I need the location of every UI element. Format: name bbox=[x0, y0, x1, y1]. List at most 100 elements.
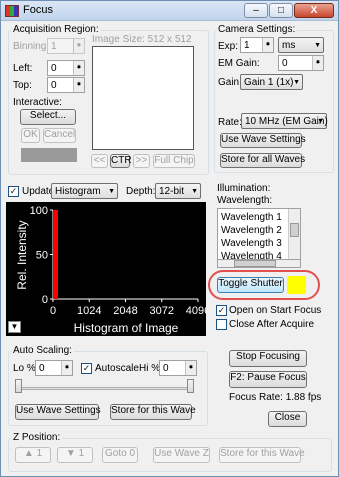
close-button[interactable]: Close bbox=[268, 411, 307, 427]
chevron-down-icon: ▼ bbox=[293, 79, 300, 86]
list-item[interactable]: Wavelength 2 bbox=[221, 225, 282, 236]
rate-select[interactable]: 10 MHz (EM Gain) ▼ bbox=[241, 113, 328, 129]
focus-window: Focus – □ X Acquisition Region: Binning:… bbox=[0, 0, 339, 477]
left-value: 0 bbox=[51, 63, 57, 74]
exp-spinner[interactable] bbox=[262, 37, 273, 53]
open-on-start-label: Open on Start Focus bbox=[229, 305, 322, 316]
lo-value: 0 bbox=[39, 363, 45, 374]
z-up-value: 1 bbox=[36, 448, 43, 459]
binning-value: 1 bbox=[51, 41, 57, 52]
hi-value: 0 bbox=[163, 363, 169, 374]
top-label: Top: bbox=[13, 80, 32, 91]
scroll-thumb[interactable] bbox=[290, 223, 299, 237]
gain-label: Gain: bbox=[218, 77, 242, 88]
left-input[interactable]: 0 bbox=[47, 60, 85, 76]
left-spinner[interactable] bbox=[73, 60, 84, 76]
gain-select[interactable]: Gain 1 (1x) ▼ bbox=[240, 74, 303, 90]
histogram-xlabel: Histogram of Image bbox=[74, 321, 179, 335]
y-tick-label: 0 bbox=[42, 294, 48, 306]
use-wave-z-button[interactable]: Use Wave Z bbox=[153, 447, 210, 463]
roi-preview-box[interactable] bbox=[92, 46, 194, 150]
list-item[interactable]: Wavelength 3 bbox=[221, 238, 282, 249]
minimize-button[interactable]: – bbox=[244, 3, 268, 18]
cancel-button[interactable]: Cancel bbox=[43, 128, 76, 143]
lo-label: Lo % bbox=[13, 363, 36, 374]
em-gain-value: 0 bbox=[282, 58, 288, 69]
em-gain-input[interactable]: 0 bbox=[278, 55, 324, 71]
select-button[interactable]: Select... bbox=[20, 109, 76, 125]
autoscale-label: Autoscale bbox=[95, 363, 139, 374]
open-on-start-checkbox[interactable]: ✓ bbox=[216, 305, 227, 316]
exp-unit-value: ms bbox=[282, 40, 296, 51]
y-tick-label: 100 bbox=[30, 205, 48, 217]
chevron-down-icon: ▼ bbox=[108, 188, 115, 195]
top-spinner[interactable] bbox=[73, 77, 84, 93]
update-mode-select[interactable]: Histogram ▼ bbox=[51, 183, 118, 199]
hi-spinner[interactable] bbox=[185, 360, 196, 376]
wavelength-label: Wavelength: bbox=[217, 195, 273, 206]
title-bar: Focus – □ X bbox=[1, 1, 338, 21]
chevron-down-icon: ▼ bbox=[317, 118, 324, 125]
close-after-acquire-checkbox[interactable] bbox=[216, 319, 227, 330]
center-button[interactable]: CTR bbox=[110, 154, 132, 168]
illumination-label: Illumination: bbox=[217, 183, 271, 194]
prev-button[interactable]: << bbox=[91, 154, 108, 168]
hi-label: Hi % bbox=[139, 363, 161, 374]
arrow-up-icon: ▲ bbox=[23, 448, 37, 459]
top-value: 0 bbox=[51, 80, 57, 91]
z-store-wave-button[interactable]: Store for this Wave bbox=[219, 447, 305, 463]
ok-button[interactable]: OK bbox=[21, 128, 40, 143]
exp-value: 1 bbox=[244, 40, 250, 51]
horizontal-scrollbar[interactable] bbox=[217, 259, 301, 268]
exp-input[interactable]: 1 bbox=[240, 37, 274, 53]
autoscale-use-wave-button[interactable]: Use Wave Settings bbox=[15, 404, 101, 420]
histogram-chart: 100 50 00 1024 2048 3072 4096 Histogram of Imag… bbox=[15, 205, 206, 335]
chevron-down-icon: ▼ bbox=[191, 188, 198, 195]
lo-spinner[interactable] bbox=[61, 360, 72, 376]
em-gain-spinner[interactable] bbox=[312, 55, 323, 71]
x-tick-label: 0 bbox=[50, 305, 56, 317]
hscroll-thumb[interactable] bbox=[234, 260, 276, 267]
interactive-label: Interactive: bbox=[13, 97, 62, 108]
z-down-button[interactable]: ▼ 1 bbox=[57, 447, 93, 463]
scale-slider-track[interactable] bbox=[19, 387, 191, 390]
maximize-button[interactable]: □ bbox=[269, 3, 293, 18]
image-size-label: Image Size: 512 x 512 bbox=[92, 34, 192, 45]
x-tick-label: 2048 bbox=[113, 305, 137, 317]
hi-input[interactable]: 0 bbox=[159, 360, 197, 376]
full-chip-button[interactable]: Full Chip bbox=[153, 154, 195, 168]
rate-value: 10 MHz (EM Gain) bbox=[245, 116, 328, 127]
list-item[interactable]: Wavelength 1 bbox=[221, 212, 282, 223]
lo-input[interactable]: 0 bbox=[35, 360, 73, 376]
toggle-shutter-button[interactable]: Toggle Shutter bbox=[217, 277, 284, 293]
z-down-value: 1 bbox=[78, 448, 85, 459]
histogram-menu-button[interactable]: ▼ bbox=[8, 321, 21, 333]
y-tick-label: 50 bbox=[36, 250, 48, 262]
top-input[interactable]: 0 bbox=[47, 77, 85, 93]
use-wave-settings-button[interactable]: Use Wave Settings bbox=[220, 133, 306, 148]
goto-zero-button[interactable]: Goto 0 bbox=[102, 447, 138, 463]
autoscale-store-wave-button[interactable]: Store for this Wave bbox=[110, 404, 196, 420]
roi-color-swatch bbox=[21, 148, 77, 162]
chevron-down-icon: ▼ bbox=[314, 42, 321, 49]
binning-label: Binning: bbox=[13, 41, 50, 52]
update-label: Update bbox=[22, 186, 55, 197]
stop-focusing-button[interactable]: Stop Focusing bbox=[229, 350, 307, 367]
store-all-waves-button[interactable]: Store for all Waves bbox=[220, 153, 305, 168]
histogram-bar bbox=[53, 210, 58, 299]
autoscale-checkbox[interactable]: ✓ bbox=[81, 363, 92, 374]
window-close-button[interactable]: X bbox=[294, 3, 334, 18]
em-gain-label: EM Gain: bbox=[218, 58, 260, 69]
z-up-button[interactable]: ▲ 1 bbox=[15, 447, 51, 463]
update-checkbox[interactable]: ✓ bbox=[8, 186, 19, 197]
rate-label: Rate: bbox=[218, 117, 242, 128]
next-button[interactable]: >> bbox=[133, 154, 150, 168]
pause-focus-button[interactable]: F2: Pause Focus bbox=[229, 371, 307, 388]
hi-slider-handle[interactable] bbox=[187, 379, 194, 393]
depth-select[interactable]: 12-bit ▼ bbox=[155, 183, 201, 199]
binning-spinner[interactable] bbox=[73, 38, 84, 54]
lo-slider-handle[interactable] bbox=[15, 379, 22, 393]
binning-input[interactable]: 1 bbox=[47, 38, 85, 54]
exp-unit-select[interactable]: ms ▼ bbox=[278, 37, 324, 53]
x-tick-label: 1024 bbox=[77, 305, 101, 317]
